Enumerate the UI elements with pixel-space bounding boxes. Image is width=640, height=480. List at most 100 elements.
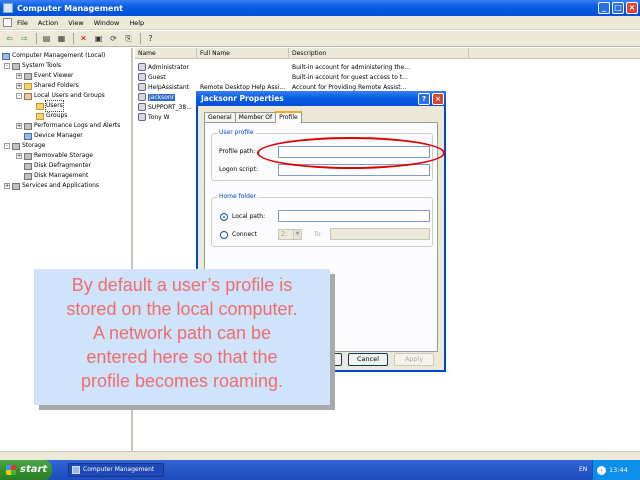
- cancel-button[interactable]: Cancel: [348, 353, 388, 366]
- language-indicator[interactable]: EN: [579, 460, 587, 480]
- defragmenter-icon: [24, 162, 32, 170]
- home-folder-group: Home folder Local path: Connect Z: ▼ To:: [211, 193, 433, 247]
- tree-item-disk-defragmenter[interactable]: Disk Defragmenter: [24, 161, 91, 171]
- user-icon: [138, 73, 146, 81]
- system-tray: ‹ 13:44: [592, 460, 640, 480]
- expand-icon[interactable]: +: [16, 83, 22, 89]
- collapse-icon[interactable]: -: [4, 143, 10, 149]
- tree-item-services-and-applications[interactable]: + Services and Applications: [4, 181, 99, 191]
- services-icon: [12, 182, 20, 190]
- back-arrow-icon[interactable]: ⇦: [3, 33, 16, 45]
- connect-label: Connect: [232, 231, 257, 238]
- profile-path-label: Profile path:: [219, 148, 256, 155]
- windows-logo-icon: [6, 465, 16, 475]
- user-name: HelpAssistant: [148, 83, 190, 91]
- menu-help[interactable]: Help: [124, 19, 149, 27]
- drive-letter-select[interactable]: Z: ▼: [278, 229, 302, 240]
- home-folder-legend: Home folder: [217, 193, 259, 200]
- up-folder-icon[interactable]: ▤: [40, 33, 53, 45]
- dialog-help-button[interactable]: ?: [418, 92, 430, 105]
- tree-item-label: Shared Folders: [34, 82, 79, 89]
- properties-icon[interactable]: ▣: [92, 33, 105, 45]
- local-path-radio[interactable]: [220, 213, 228, 221]
- tree-item-label: Performance Logs and Alerts: [34, 122, 121, 129]
- tree-item-system-tools[interactable]: - System Tools: [4, 61, 61, 71]
- expand-icon[interactable]: +: [16, 73, 22, 79]
- tree-item-label: Disk Management: [34, 172, 89, 179]
- collapse-icon[interactable]: -: [4, 63, 10, 69]
- callout-line: profile becomes roaming.: [80, 371, 284, 391]
- collapse-icon[interactable]: -: [16, 93, 22, 99]
- user-description: Built-in account for guest access to t..…: [292, 73, 408, 81]
- user-name: Guest: [148, 73, 166, 81]
- dialog-title: Jacksonr Properties: [201, 94, 284, 103]
- tree-item-disk-management[interactable]: Disk Management: [24, 171, 88, 181]
- window-titlebar: Computer Management _ □ ×: [0, 0, 640, 16]
- document-icon[interactable]: [3, 18, 12, 27]
- expand-icon[interactable]: +: [16, 153, 22, 159]
- tree-item-label: Computer Management (Local): [12, 52, 106, 59]
- connect-radio[interactable]: [220, 231, 228, 239]
- local-path-label: Local path:: [232, 213, 266, 220]
- performance-icon: [24, 122, 32, 130]
- tree-item-label: Event Viewer: [34, 72, 74, 79]
- apply-button: Apply: [394, 353, 434, 366]
- menu-view[interactable]: View: [63, 19, 88, 27]
- callout-line: By default a user’s profile is: [71, 275, 293, 295]
- menu-window[interactable]: Window: [89, 19, 125, 27]
- column-header-description[interactable]: Description: [289, 48, 469, 59]
- tree-item-performance-logs[interactable]: + Performance Logs and Alerts: [16, 121, 120, 131]
- local-path-input[interactable]: [278, 210, 430, 222]
- column-header-full-name[interactable]: Full Name: [197, 48, 289, 59]
- show-hidden-icons-icon[interactable]: ‹: [597, 465, 606, 475]
- expand-icon[interactable]: +: [16, 123, 22, 129]
- forward-arrow-icon[interactable]: ⇨: [18, 33, 31, 45]
- user-name: jacksonr: [148, 93, 176, 101]
- tree-item-event-viewer[interactable]: + Event Viewer: [16, 71, 74, 81]
- tree-item-label: Disk Defragmenter: [34, 162, 92, 169]
- tree-item-storage[interactable]: - Storage: [4, 141, 45, 151]
- chevron-down-icon: ▼: [293, 230, 301, 239]
- folder-icon: [36, 102, 44, 110]
- toolbar-separator: [73, 33, 74, 44]
- tree-item-shared-folders[interactable]: + Shared Folders: [16, 81, 79, 91]
- help-icon[interactable]: ?: [144, 33, 157, 45]
- tab-profile[interactable]: Profile: [275, 111, 302, 123]
- tree-item-label: Users: [45, 100, 64, 112]
- start-button[interactable]: start: [0, 460, 52, 480]
- list-item[interactable]: Guest Built-in account for guest access …: [135, 72, 640, 82]
- list-item[interactable]: Administrator Built-in account for admin…: [135, 62, 640, 72]
- tree-item-computer-management[interactable]: Computer Management (Local): [2, 51, 105, 61]
- refresh-icon[interactable]: ⟳: [107, 33, 120, 45]
- callout-line: entered here so that the: [86, 347, 278, 367]
- user-icon: [138, 103, 146, 111]
- dialog-close-button[interactable]: ×: [432, 92, 444, 105]
- disk-management-icon: [24, 172, 32, 180]
- tree-item-device-manager[interactable]: Device Manager: [24, 131, 83, 141]
- tree-item-label: Local Users and Groups: [34, 92, 105, 99]
- user-profile-legend: User profile: [217, 129, 256, 136]
- tree-item-label: System Tools: [22, 62, 62, 69]
- tree-item-local-users-and-groups[interactable]: - Local Users and Groups: [16, 91, 105, 101]
- menu-bar: File Action View Window Help: [0, 16, 640, 30]
- menu-file[interactable]: File: [12, 19, 33, 27]
- expand-icon[interactable]: +: [4, 183, 10, 189]
- tree-item-removable-storage[interactable]: + Removable Storage: [16, 151, 93, 161]
- close-button[interactable]: ×: [626, 2, 638, 14]
- user-name: Administrator: [148, 63, 189, 71]
- maximize-button[interactable]: □: [612, 2, 624, 14]
- menu-action[interactable]: Action: [33, 19, 63, 27]
- taskbar-item-computer-management[interactable]: Computer Management: [68, 463, 164, 477]
- tree-item-users[interactable]: Users: [36, 100, 64, 112]
- list-header: Name Full Name Description: [135, 48, 640, 59]
- minimize-button[interactable]: _: [598, 2, 610, 14]
- column-header-name[interactable]: Name: [135, 48, 197, 59]
- delete-icon[interactable]: ✕: [77, 33, 90, 45]
- tree-item-groups[interactable]: Groups: [36, 111, 67, 121]
- callout-line: stored on the local computer.: [66, 299, 298, 319]
- user-icon: [138, 93, 146, 101]
- show-hide-tree-icon[interactable]: ▦: [55, 33, 68, 45]
- tree-item-label: Services and Applications: [22, 182, 100, 189]
- export-list-icon[interactable]: ⎘: [122, 33, 135, 45]
- to-label: To:: [314, 231, 323, 238]
